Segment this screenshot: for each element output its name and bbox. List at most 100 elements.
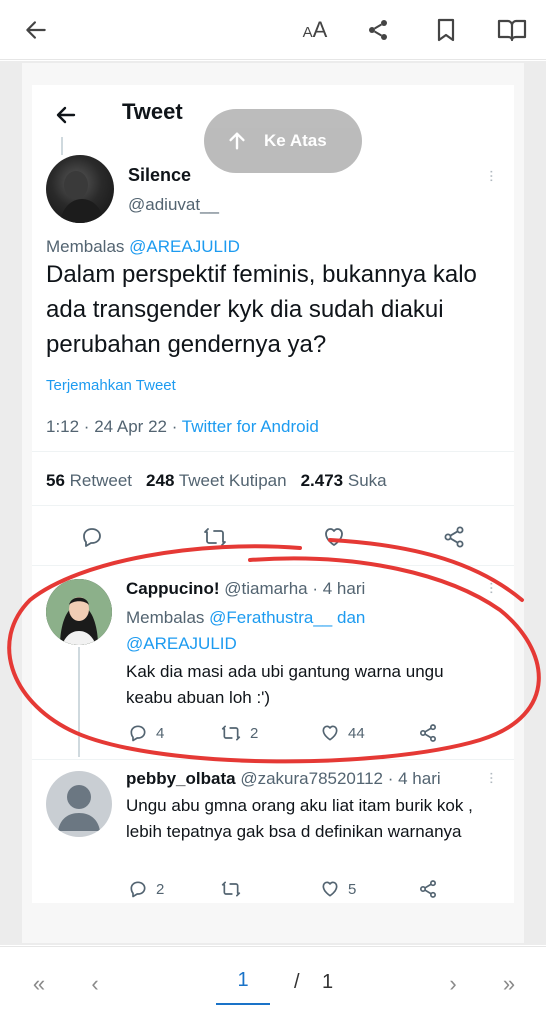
like-count: 5 (348, 880, 357, 898)
share-icon (444, 526, 464, 548)
current-page-input[interactable]: 1 (216, 969, 270, 992)
prev-page-button[interactable]: ‹ (80, 971, 110, 997)
back-button[interactable] (14, 8, 58, 52)
like-button[interactable]: 5 (320, 879, 356, 899)
reply-count: 4 (156, 724, 165, 742)
next-page-button[interactable]: › (438, 971, 468, 997)
bookmark-button[interactable] (424, 8, 468, 52)
last-page-button[interactable]: » (494, 971, 524, 997)
avatar[interactable] (46, 579, 112, 645)
more-options-icon[interactable]: ··· (483, 169, 500, 182)
reply-icon (130, 881, 146, 898)
reader-toolbar: AA (0, 0, 546, 60)
reply-author-handle[interactable]: @zakura78520112 (240, 769, 383, 788)
tweet-header-title: Tweet (122, 99, 183, 124)
retweet-button[interactable] (202, 525, 228, 549)
reply-age: · 4 hari (312, 579, 366, 598)
like-button[interactable]: 44 (320, 723, 365, 743)
mention-link[interactable]: @Ferathustra__ (209, 608, 332, 627)
reply-author-name[interactable]: Cappucino! (126, 579, 220, 598)
default-avatar-icon (58, 785, 100, 831)
reply-context: Membalas @AREAJULID (46, 237, 240, 257)
retweet-icon (221, 881, 241, 897)
author-handle[interactable]: @adiuvat__ (128, 195, 219, 215)
scroll-to-top-label: Ke Atas (264, 131, 327, 150)
reply-and: dan (336, 608, 366, 627)
divider (32, 451, 514, 452)
reply-button[interactable]: 2 (128, 879, 164, 899)
share-button[interactable] (356, 8, 400, 52)
tweet-text: Dalam perspektif feminis, bukannya kalo … (46, 261, 477, 358)
share-tweet-button[interactable] (418, 879, 438, 899)
scroll-to-top-button[interactable]: Ke Atas (204, 109, 362, 173)
avatar[interactable] (46, 771, 112, 837)
reply-button[interactable] (80, 525, 104, 549)
like-stat[interactable]: 2.473 Suka (301, 471, 387, 491)
page-navigation: « ‹ 1 / 1 › » (0, 946, 546, 1024)
thread-line (78, 647, 80, 757)
arrow-up-icon (229, 132, 245, 150)
reply-button[interactable]: 4 (128, 723, 164, 743)
retweet-button[interactable] (220, 879, 250, 899)
reader-mode-button[interactable] (490, 8, 534, 52)
retweet-stat[interactable]: 56 Retweet (46, 471, 132, 491)
share-tweet-button[interactable] (442, 525, 466, 549)
tweet-timestamp: 1:12 · 24 Apr 22 · (46, 417, 178, 436)
reply-author-name[interactable]: pebby_olbata (126, 769, 236, 788)
reply-icon (83, 528, 101, 547)
more-options-icon[interactable]: ··· (483, 771, 500, 784)
quote-stat[interactable]: 248 Tweet Kutipan (146, 471, 287, 491)
divider (32, 505, 514, 506)
more-options-icon[interactable]: ··· (483, 581, 500, 594)
total-pages: 1 (322, 971, 334, 993)
heart-icon (322, 725, 338, 741)
text-size-icon: AA (302, 17, 328, 42)
reply-prefix: Membalas (46, 237, 125, 256)
reply-context: Membalas @Ferathustra__ dan @AREAJULID (126, 605, 496, 657)
document-viewer[interactable]: Tweet Silence @adiuvat__ ··· Membalas @A… (0, 61, 546, 945)
reply-prefix: Membalas (126, 608, 205, 627)
reply-header: pebby_olbata @zakura78520112 · 4 hari (126, 769, 441, 789)
share-icon (420, 880, 436, 898)
retweet-button[interactable]: 2 (220, 723, 258, 743)
bookmark-icon (437, 18, 455, 42)
reply-text: Kak dia masi ada ubi gantung warna ungu … (126, 662, 444, 707)
retweet-icon (204, 528, 226, 546)
like-count: 44 (348, 724, 365, 742)
retweet-count: 2 (250, 724, 259, 742)
like-button[interactable] (322, 525, 346, 549)
reply-age: · 4 hari (387, 769, 441, 788)
share-icon (369, 20, 387, 40)
tweet-stats: 56 Retweet 248 Tweet Kutipan 2.473 Suka (46, 471, 387, 491)
share-tweet-button[interactable] (418, 723, 438, 743)
reply-text: Ungu abu gmna orang aku liat itam burik … (126, 796, 473, 841)
heart-icon (322, 881, 338, 897)
tweet-meta: 1:12 · 24 Apr 22 · Twitter for Android (46, 417, 319, 437)
first-page-button[interactable]: « (24, 971, 54, 997)
thread-line (61, 137, 63, 155)
document-page: Tweet Silence @adiuvat__ ··· Membalas @A… (22, 63, 524, 943)
retweet-icon (221, 725, 241, 741)
mention-link[interactable]: @AREAJULID (126, 634, 237, 653)
translate-link[interactable]: Terjemahkan Tweet (46, 377, 176, 394)
tweet-screenshot: Tweet Silence @adiuvat__ ··· Membalas @A… (32, 85, 514, 903)
tweet-source-link[interactable]: Twitter for Android (182, 417, 319, 436)
tweet-back-button[interactable] (46, 95, 86, 135)
reader-mode-icon (497, 19, 527, 42)
current-page-underline (216, 1003, 270, 1005)
divider (32, 565, 514, 566)
reply-header: Cappucino! @tiamarha · 4 hari (126, 579, 365, 599)
author-name[interactable]: Silence (128, 165, 191, 186)
reply-icon (130, 725, 146, 742)
reply-author-handle[interactable]: @tiamarha (224, 579, 307, 598)
back-arrow-icon (26, 21, 46, 39)
text-size-button[interactable]: AA (290, 8, 340, 52)
page-separator: / (294, 971, 300, 993)
heart-icon (325, 528, 343, 546)
avatar[interactable] (46, 155, 114, 223)
reply-count: 2 (156, 880, 165, 898)
divider (32, 759, 514, 760)
share-icon (420, 724, 436, 742)
mention-link[interactable]: @AREAJULID (129, 237, 240, 256)
back-arrow-icon (56, 106, 76, 124)
